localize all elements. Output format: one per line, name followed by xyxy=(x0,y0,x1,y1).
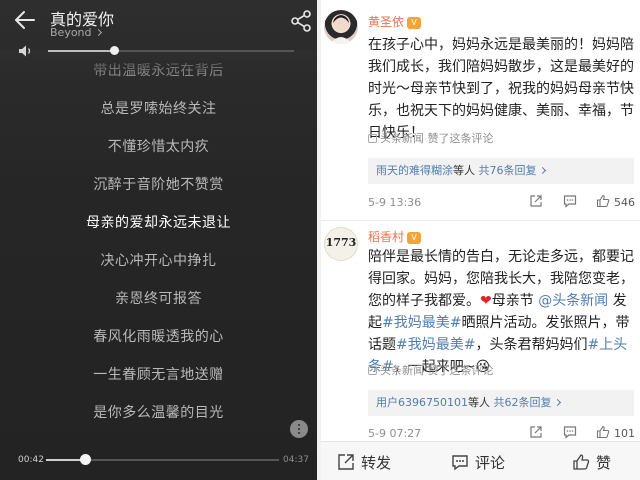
repost-button[interactable]: 转发 xyxy=(337,442,427,480)
comment-icon xyxy=(452,455,468,471)
lyric-line: 沉醉于音阶她不赞赏 xyxy=(93,177,224,193)
repost-icon xyxy=(338,454,354,470)
mention-link[interactable]: @头条新闻 xyxy=(538,293,608,309)
artist-name: Beyond xyxy=(50,26,92,39)
heart-icon: ❤ xyxy=(480,293,492,309)
like-label: 赞 xyxy=(596,454,612,472)
lyric-line: 是你多么温馨的目光 xyxy=(93,405,224,421)
comment-username[interactable]: 稻香村 V xyxy=(368,228,422,245)
comment-button[interactable]: 评论 xyxy=(451,442,541,480)
volume-icon[interactable] xyxy=(18,44,34,58)
reply-mid: 等人 xyxy=(453,164,479,177)
lyric-line: 决心冲开心中挣扎 xyxy=(100,253,217,269)
hashtag-link[interactable]: #我妈最美# xyxy=(382,315,461,331)
more-options-icon[interactable] xyxy=(290,420,308,438)
reply-user[interactable]: 用户6396750101 xyxy=(376,396,468,409)
comment-text: 陪伴是最长情的告白，无论走多远，都要记得回家。妈妈，您陪我长大，我陪您变老，您的… xyxy=(368,249,634,375)
hashtag-link[interactable]: #我妈最美# xyxy=(396,337,475,353)
avatar-portrait-icon xyxy=(330,15,352,44)
current-lyric-line: 母亲的爱却永远未退让 xyxy=(86,215,231,231)
avatar[interactable]: 1773 xyxy=(324,227,358,261)
lyric-line: 总是罗嗦始终关注 xyxy=(100,101,217,117)
comment-time: 5-9 13:36 xyxy=(368,196,422,209)
vip-badge-icon: V xyxy=(407,17,422,29)
avatar[interactable] xyxy=(324,10,358,44)
lyric-line: 教我坚毅望着前路 xyxy=(0,440,317,444)
chevron-right-icon xyxy=(538,166,546,175)
comment-icon xyxy=(563,195,577,208)
comment-time: 5-9 07:27 xyxy=(368,427,422,440)
reply-mid: 等人 xyxy=(468,396,494,409)
reply-summary[interactable]: 雨天的难得糊涂等人 共76条回复 xyxy=(368,158,634,184)
like-button[interactable]: 赞 xyxy=(572,442,632,480)
liked-by-source: 头条新闻 赞了这条评论 xyxy=(368,130,494,146)
comment-username[interactable]: 黄圣依 V xyxy=(368,13,422,30)
comment-feed: 黄圣依 V 在孩子心中，妈妈永远是最美丽的！妈妈陪我们成长，我们陪妈妈散步，这是最… xyxy=(321,0,640,480)
artist-link[interactable]: Beyond xyxy=(50,26,102,39)
lyric-line: 带出温暖永远在背后 xyxy=(93,63,224,79)
vip-badge-icon: V xyxy=(407,232,422,244)
share-square-icon xyxy=(530,426,542,438)
chevron-right-icon xyxy=(94,28,102,37)
avatar-logo-text: 1773 xyxy=(325,236,357,249)
reply-summary[interactable]: 用户6396750101等人 共62条回复 xyxy=(368,390,634,416)
thumbs-up-icon xyxy=(596,194,610,208)
total-time: 04:37 xyxy=(283,455,309,465)
back-arrow-icon[interactable] xyxy=(14,10,36,30)
comment-icon xyxy=(563,426,577,439)
comment-text: 在孩子心中，妈妈永远是最美丽的！妈妈陪我们成长，我们陪妈妈散步，这是最美好的时光… xyxy=(368,37,634,141)
source-icon xyxy=(368,134,377,143)
source-icon xyxy=(368,366,377,375)
thumbs-up-icon xyxy=(596,425,610,439)
comment-label: 评论 xyxy=(475,454,506,472)
like-count: 546 xyxy=(614,196,635,209)
elapsed-time: 00:42 xyxy=(18,455,44,465)
reply-count[interactable]: 共62条回复 xyxy=(494,396,552,409)
music-player: 真的爱你 Beyond 带出温暖永远在背后 总是罗嗦始终关注 不懂珍惜太内疚 沉醉于音… xyxy=(0,0,317,480)
volume-slider[interactable] xyxy=(48,46,294,55)
lyrics-panel[interactable]: 带出温暖永远在背后 总是罗嗦始终关注 不懂珍惜太内疚 沉醉于音阶她不赞赏 母亲的爱却永远… xyxy=(0,50,317,444)
share-square-icon xyxy=(530,195,542,207)
thumbs-up-icon xyxy=(573,454,590,470)
liked-by-source: 头条新闻 赞了这条评论 xyxy=(368,362,494,378)
like-count: 101 xyxy=(614,427,635,440)
chevron-right-icon xyxy=(553,398,561,407)
comment-separator xyxy=(321,220,640,221)
lyric-line: 亲恩终可报答 xyxy=(115,291,202,307)
volume-fill xyxy=(48,50,115,52)
lyric-line: 不懂珍惜太内疚 xyxy=(107,139,210,155)
repost-label: 转发 xyxy=(361,454,392,472)
reply-count[interactable]: 共76条回复 xyxy=(479,164,537,177)
lyric-line: 一生眷顾无言地送赠 xyxy=(93,367,224,383)
volume-knob[interactable] xyxy=(109,46,119,55)
reply-user[interactable]: 雨天的难得糊涂 xyxy=(376,164,453,177)
progress-knob[interactable] xyxy=(80,454,92,465)
share-icon[interactable] xyxy=(289,9,313,33)
bottom-action-bar: 转发 评论 赞 xyxy=(321,441,640,480)
lyric-line: 春风化雨暖透我的心 xyxy=(93,329,224,345)
progress-slider[interactable] xyxy=(46,454,279,465)
